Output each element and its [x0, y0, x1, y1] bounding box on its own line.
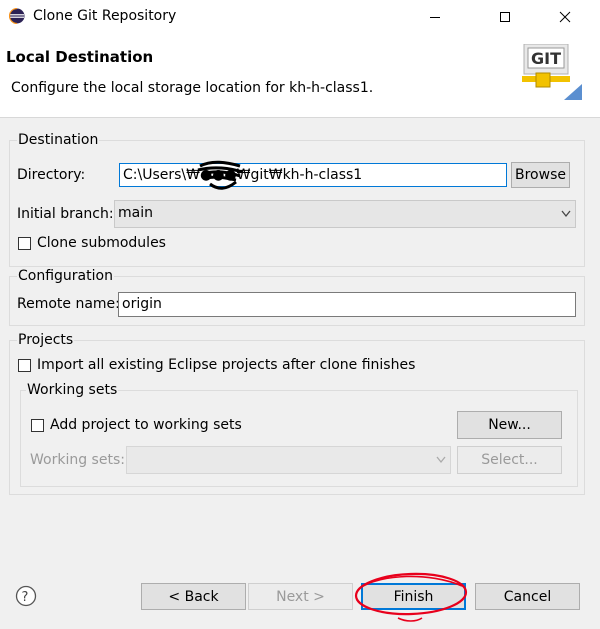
clone-submodules-checkbox[interactable] [18, 237, 31, 250]
finish-button[interactable]: Finish [361, 583, 466, 610]
destination-group-label: Destination [17, 132, 100, 148]
remote-name-input[interactable]: origin [118, 292, 576, 317]
directory-input[interactable]: C:\Users\₩●●●₩git₩kh-h-class1 [119, 163, 507, 187]
configuration-group-label: Configuration [17, 268, 114, 284]
working-sets-label: Working sets: [30, 452, 125, 468]
close-icon [559, 11, 571, 22]
initial-branch-select[interactable]: main [114, 200, 576, 228]
maximize-button[interactable] [482, 0, 528, 33]
svg-text:?: ? [22, 590, 29, 605]
wizard-header [0, 33, 600, 118]
page-description: Configure the local storage location for… [11, 80, 374, 96]
remote-name-label: Remote name: [17, 296, 120, 312]
svg-text:GIT: GIT [531, 49, 561, 68]
close-button[interactable] [542, 0, 588, 33]
working-sets-select[interactable] [126, 446, 451, 474]
directory-label: Directory: [17, 167, 86, 183]
maximize-icon [500, 11, 510, 22]
initial-branch-value: main [118, 205, 153, 221]
import-projects-checkbox[interactable] [18, 359, 31, 372]
new-working-set-button[interactable]: New... [457, 411, 562, 439]
add-working-sets-checkbox[interactable] [31, 419, 44, 432]
chevron-down-icon [561, 210, 571, 218]
minimize-icon [430, 16, 440, 18]
browse-button[interactable]: Browse [511, 162, 570, 188]
next-button[interactable]: Next > [248, 583, 353, 610]
chevron-down-icon [436, 456, 446, 464]
eclipse-icon [9, 8, 25, 24]
help-icon[interactable]: ? [15, 585, 37, 607]
clone-submodules-label: Clone submodules [37, 235, 166, 251]
working-sets-group-label: Working sets [26, 382, 119, 398]
minimize-button[interactable] [412, 0, 458, 33]
page-title: Local Destination [6, 48, 154, 66]
cancel-button[interactable]: Cancel [475, 583, 580, 610]
import-projects-label: Import all existing Eclipse projects aft… [37, 357, 416, 373]
add-working-sets-label: Add project to working sets [50, 417, 242, 433]
initial-branch-label: Initial branch: [17, 206, 114, 222]
select-working-sets-button[interactable]: Select... [457, 446, 562, 474]
window-title: Clone Git Repository [33, 8, 177, 24]
back-button[interactable]: < Back [141, 583, 246, 610]
git-logo-icon: GIT [522, 44, 582, 100]
projects-group-label: Projects [17, 332, 75, 348]
